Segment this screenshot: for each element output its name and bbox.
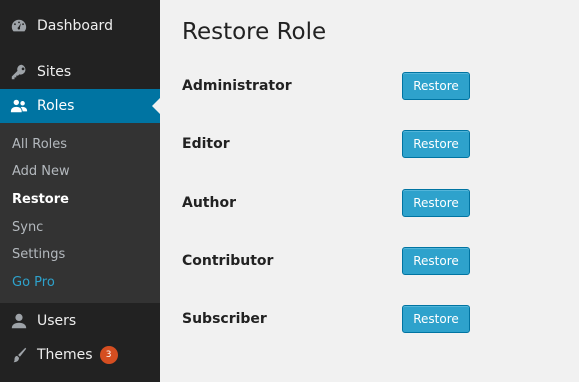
- submenu-go-pro[interactable]: Go Pro: [12, 275, 55, 290]
- brush-icon: [10, 346, 28, 364]
- role-label-author: Author: [182, 195, 236, 211]
- role-label-administrator: Administrator: [182, 78, 292, 94]
- submenu-settings[interactable]: Settings: [12, 247, 65, 262]
- users-icon: [10, 97, 28, 115]
- admin-sidebar: Dashboard Sites Roles All Roles Add New …: [0, 0, 160, 382]
- update-count-badge: 3: [99, 346, 118, 364]
- menu-label-dashboard: Dashboard: [37, 18, 113, 34]
- menu-item-users[interactable]: Users: [0, 304, 160, 338]
- submenu-add-new[interactable]: Add New: [12, 164, 70, 179]
- menu-item-roles[interactable]: Roles: [0, 89, 160, 123]
- role-label-contributor: Contributor: [182, 253, 274, 269]
- page-title: Restore Role: [182, 19, 327, 45]
- restore-administrator-button[interactable]: Restore: [402, 72, 470, 100]
- active-menu-arrow: [152, 98, 160, 114]
- submenu-all-roles[interactable]: All Roles: [12, 137, 67, 152]
- menu-label-users: Users: [37, 313, 77, 329]
- menu-label-themes: Themes: [37, 347, 93, 363]
- menu-label-roles: Roles: [37, 98, 75, 114]
- restore-author-button[interactable]: Restore: [402, 189, 470, 217]
- restore-editor-button[interactable]: Restore: [402, 130, 470, 158]
- key-icon: [10, 63, 28, 81]
- role-label-subscriber: Subscriber: [182, 311, 267, 327]
- user-icon: [10, 312, 28, 330]
- menu-item-sites[interactable]: Sites: [0, 55, 160, 89]
- dashboard-icon: [10, 17, 28, 35]
- menu-label-sites: Sites: [37, 64, 72, 80]
- restore-subscriber-button[interactable]: Restore: [402, 305, 470, 333]
- restore-contributor-button[interactable]: Restore: [402, 247, 470, 275]
- menu-item-dashboard[interactable]: Dashboard: [0, 9, 160, 43]
- role-label-editor: Editor: [182, 136, 230, 152]
- menu-item-themes[interactable]: Themes 3: [0, 338, 160, 372]
- submenu-restore[interactable]: Restore: [12, 192, 69, 207]
- roles-submenu: All Roles Add New Restore Sync Settings …: [0, 123, 160, 303]
- submenu-sync[interactable]: Sync: [12, 220, 43, 235]
